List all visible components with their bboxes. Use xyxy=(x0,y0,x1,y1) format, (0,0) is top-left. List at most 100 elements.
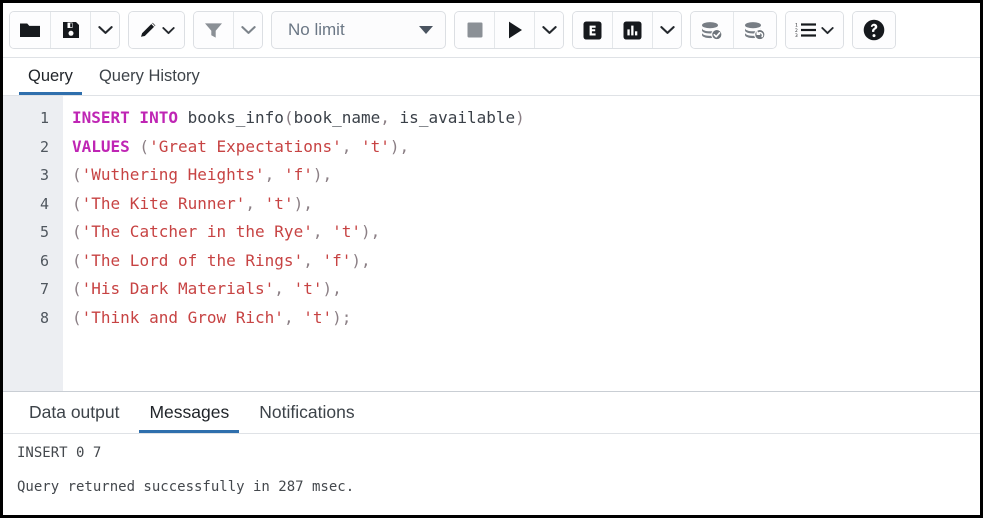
open-file-button[interactable] xyxy=(10,12,51,48)
line-number-gutter: 12345678 xyxy=(3,96,63,391)
sql-editor[interactable]: 12345678 INSERT INTO books_info(book_nam… xyxy=(3,96,980,391)
sql-token-pun: ( xyxy=(72,222,82,241)
save-menu-button[interactable] xyxy=(91,12,119,48)
sql-token-str: 'The Kite Runner' xyxy=(82,194,246,213)
pencil-icon xyxy=(138,20,159,40)
sql-token-ident: is_available xyxy=(400,108,516,127)
sql-token-pun: ( xyxy=(72,308,82,327)
tab-query-history[interactable]: Query History xyxy=(88,61,211,95)
explain-menu-button[interactable] xyxy=(653,12,681,48)
execute-button[interactable] xyxy=(495,12,535,48)
filter-menu-button[interactable] xyxy=(234,12,262,48)
stop-square-icon xyxy=(466,21,484,39)
query-tab-strip: Query Query History xyxy=(3,58,980,96)
chevron-down-icon xyxy=(162,26,175,35)
sql-token-str: 't' xyxy=(265,194,294,213)
line-number: 8 xyxy=(3,304,63,333)
explain-button[interactable] xyxy=(573,12,613,48)
sql-token-str: 'The Lord of the Rings' xyxy=(82,251,304,270)
save-disk-icon xyxy=(61,20,81,40)
sql-token-pun: ), xyxy=(313,165,332,184)
sql-token-pun: ( xyxy=(72,165,82,184)
edit-button[interactable] xyxy=(129,12,184,48)
explain-button-group xyxy=(572,11,682,49)
toolbar: No limit xyxy=(3,3,980,58)
sql-line: ('The Catcher in the Rye', 't'), xyxy=(72,218,980,247)
bar-chart-icon xyxy=(622,20,643,41)
sql-token-str: 't' xyxy=(303,308,332,327)
sql-token-str: 'His Dark Materials' xyxy=(82,279,275,298)
commit-button[interactable] xyxy=(691,12,734,48)
sql-token-pun: , xyxy=(245,194,264,213)
svg-text:3: 3 xyxy=(795,33,798,39)
sql-token-str: 'f' xyxy=(284,165,313,184)
sql-token-ident: book_name xyxy=(294,108,381,127)
sql-token-pun: , xyxy=(284,308,303,327)
sql-token-pun: ); xyxy=(332,308,351,327)
tab-messages[interactable]: Messages xyxy=(137,396,241,433)
sql-token-pun: ), xyxy=(351,251,370,270)
svg-text:2: 2 xyxy=(795,28,798,34)
sql-line: ('Think and Grow Rich', 't'); xyxy=(72,304,980,333)
sql-token-kw: INSERT INTO xyxy=(72,108,178,127)
sql-token-pun: ( xyxy=(72,194,82,213)
line-number: 7 xyxy=(3,275,63,304)
sql-token-str: 'f' xyxy=(322,251,351,270)
sql-line: ('The Lord of the Rings', 'f'), xyxy=(72,247,980,276)
line-number: 5 xyxy=(3,218,63,247)
line-number: 2 xyxy=(3,133,63,162)
rollback-button[interactable] xyxy=(734,12,776,48)
sql-token-str: 'The Catcher in the Rye' xyxy=(82,222,313,241)
tab-query[interactable]: Query xyxy=(17,61,84,95)
chevron-down-icon xyxy=(419,26,433,34)
filter-funnel-icon xyxy=(203,21,224,40)
chevron-down-icon xyxy=(542,25,557,35)
filter-button[interactable] xyxy=(194,12,234,48)
chevron-down-icon xyxy=(821,26,834,35)
sql-token-pun: ( xyxy=(284,108,294,127)
help-circle-icon xyxy=(862,18,886,42)
stop-button[interactable] xyxy=(455,12,495,48)
tab-notifications[interactable]: Notifications xyxy=(247,396,366,433)
sql-line: INSERT INTO books_info(book_name, is_ava… xyxy=(72,104,980,133)
chevron-down-icon xyxy=(98,25,113,35)
help-button-group xyxy=(852,11,896,49)
sql-token-str: 't' xyxy=(294,279,323,298)
folder-icon xyxy=(19,21,41,39)
svg-text:1: 1 xyxy=(795,22,798,28)
sql-token-pun: ), xyxy=(390,137,409,156)
database-check-icon xyxy=(700,20,724,41)
messages-output: INSERT 0 7Query returned successfully in… xyxy=(3,434,980,515)
save-button[interactable] xyxy=(51,12,91,48)
explain-analyze-button[interactable] xyxy=(613,12,653,48)
macros-button[interactable]: 1 2 3 xyxy=(786,12,843,48)
sql-token-pun: , xyxy=(274,279,293,298)
tab-data-output[interactable]: Data output xyxy=(17,396,131,433)
output-pane: Data output Messages Notifications INSER… xyxy=(3,391,980,515)
sql-token-str: 't' xyxy=(361,137,390,156)
edit-button-group xyxy=(128,11,185,49)
sql-code-area[interactable]: INSERT INTO books_info(book_name, is_ava… xyxy=(63,96,980,391)
query-tool-window: No limit xyxy=(0,0,983,518)
output-tab-strip: Data output Messages Notifications xyxy=(3,392,980,434)
sql-token-pun: , xyxy=(380,108,399,127)
sql-token-pun: , xyxy=(313,222,332,241)
sql-token-pun: ), xyxy=(322,279,341,298)
row-limit-value: No limit xyxy=(288,20,345,40)
line-number: 4 xyxy=(3,190,63,219)
macros-button-group: 1 2 3 xyxy=(785,11,844,49)
execute-menu-button[interactable] xyxy=(535,12,563,48)
row-limit-select[interactable]: No limit xyxy=(271,11,446,49)
sql-token-kw: VALUES xyxy=(72,137,130,156)
line-number: 3 xyxy=(3,161,63,190)
file-button-group xyxy=(9,11,120,49)
sql-token-pun: ( xyxy=(130,137,149,156)
execute-button-group xyxy=(454,11,564,49)
sql-token-ident: books_info xyxy=(178,108,284,127)
sql-token-str: 't' xyxy=(332,222,361,241)
sql-line: ('The Kite Runner', 't'), xyxy=(72,190,980,219)
filter-button-group xyxy=(193,11,263,49)
line-number: 1 xyxy=(3,104,63,133)
message-spacer xyxy=(17,462,966,479)
help-button[interactable] xyxy=(853,12,895,48)
